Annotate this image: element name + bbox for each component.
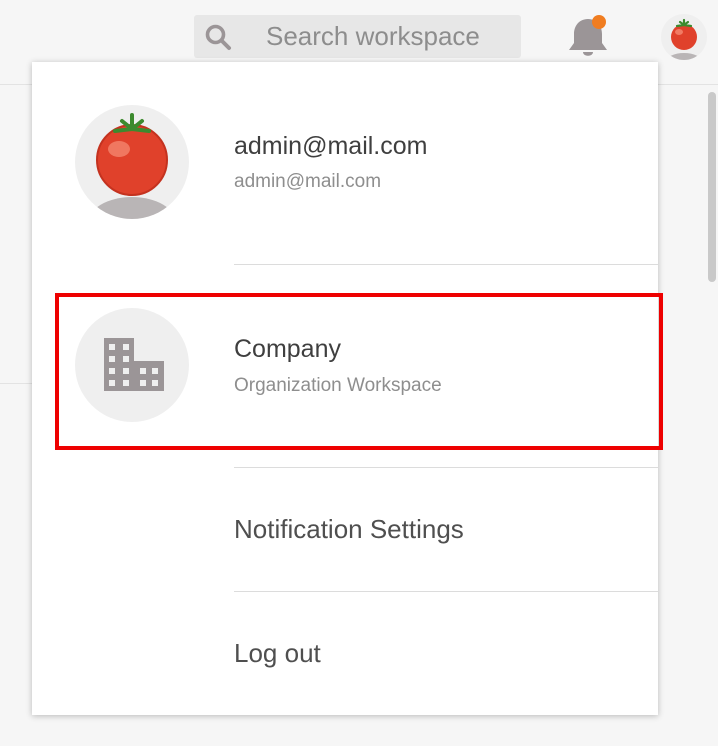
organization-avatar [75, 308, 189, 422]
profile-name: admin@mail.com [234, 132, 428, 160]
notification-settings-label: Notification Settings [234, 514, 464, 544]
profile-menu-item[interactable]: admin@mail.com admin@mail.com [32, 62, 658, 264]
search-bar[interactable] [194, 15, 521, 58]
account-dropdown-menu: admin@mail.com admin@mail.com Company Or… [32, 62, 658, 715]
scrollbar[interactable] [708, 92, 716, 282]
log-out-label: Log out [234, 638, 321, 668]
notifications-button[interactable] [563, 12, 613, 62]
organization-menu-item[interactable]: Company Organization Workspace [32, 265, 658, 467]
profile-email: admin@mail.com [234, 171, 382, 192]
bell-icon [569, 15, 607, 56]
tomato-avatar-icon [88, 113, 176, 219]
search-input[interactable] [266, 15, 511, 58]
notification-settings-menu-item[interactable]: Notification Settings [32, 468, 658, 591]
search-icon [205, 24, 231, 50]
profile-avatar [75, 105, 189, 219]
organization-name: Company [234, 335, 341, 363]
building-icon [104, 338, 164, 391]
notification-badge [592, 15, 606, 29]
app-page: admin@mail.com admin@mail.com [0, 0, 718, 746]
organization-subtitle: Organization Workspace [234, 375, 442, 396]
user-avatar-button[interactable] [661, 14, 707, 60]
log-out-menu-item[interactable]: Log out [32, 592, 658, 715]
tomato-avatar-icon [666, 18, 702, 60]
